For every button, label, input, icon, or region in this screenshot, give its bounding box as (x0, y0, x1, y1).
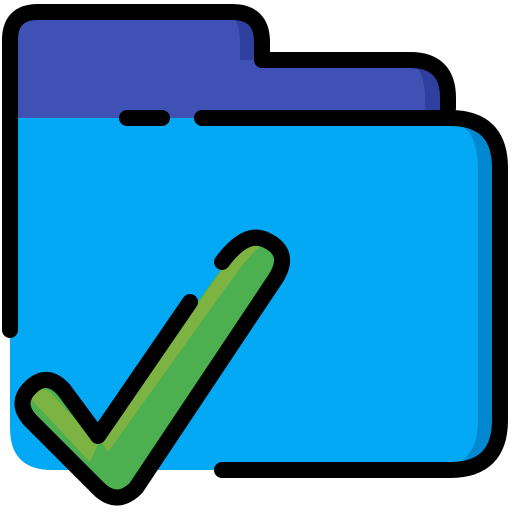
folder-check-icon (2, 4, 508, 506)
folder-back-sheet (10, 12, 448, 126)
folder-check-icon-canvas (0, 0, 512, 512)
